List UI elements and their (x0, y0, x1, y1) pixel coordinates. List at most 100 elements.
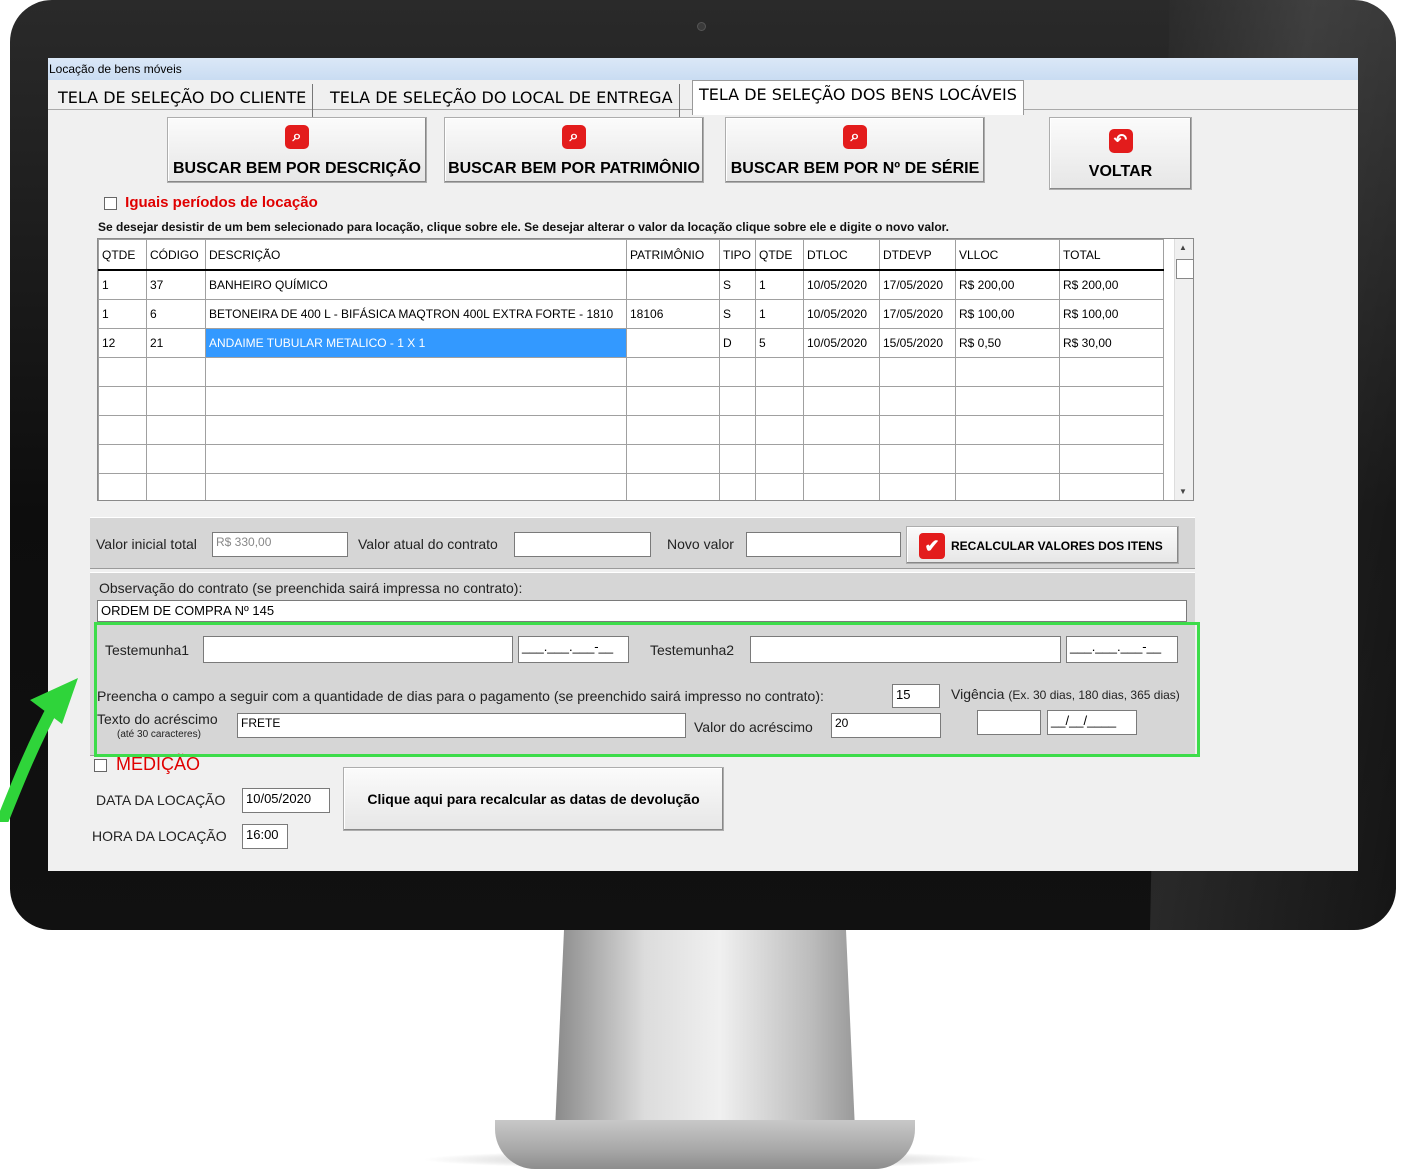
cell-descricao[interactable] (205, 386, 627, 416)
cell-total[interactable]: R$ 30,00 (1059, 328, 1164, 358)
col-qtde[interactable]: QTDE (98, 239, 147, 271)
cell-descricao[interactable]: BANHEIRO QUÍMICO (205, 269, 627, 300)
cell-descricao[interactable]: ANDAIME TUBULAR METALICO - 1 X 1 (205, 328, 627, 358)
col-vlloc[interactable]: VLLOC (955, 239, 1060, 271)
cell-total[interactable]: R$ 200,00 (1059, 269, 1164, 300)
table-row[interactable]: 1 37 BANHEIRO QUÍMICO S 1 10/05/2020 17/05/202… (98, 269, 1164, 300)
cell-tipo[interactable]: S (719, 269, 756, 300)
cell-vlloc[interactable] (955, 415, 1060, 445)
tab-local-entrega[interactable]: TELA DE SELEÇÃO DO LOCAL DE ENTREGA (324, 84, 680, 118)
cell-qtde[interactable] (98, 357, 147, 387)
cell-patrimonio[interactable] (626, 473, 720, 500)
cell-patrimonio[interactable] (626, 415, 720, 445)
cell-descricao[interactable] (205, 415, 627, 445)
cell-tipo[interactable] (719, 473, 756, 500)
cell-codigo[interactable] (146, 444, 206, 474)
cell-total[interactable] (1059, 415, 1164, 445)
cell-qtde[interactable]: 1 (98, 299, 147, 329)
cell-patrimonio[interactable] (626, 269, 720, 300)
buscar-patrimonio-button[interactable]: ⌕ BUSCAR BEM POR PATRIMÔNIO (444, 117, 704, 183)
col-dtdevp[interactable]: DTDEVP (879, 239, 956, 271)
cell-dtloc[interactable]: 10/05/2020 (803, 299, 880, 329)
novo-valor-field[interactable] (746, 532, 901, 557)
cell-total[interactable] (1059, 473, 1164, 500)
cell-vlloc[interactable]: R$ 200,00 (955, 269, 1060, 300)
cell-dtloc[interactable] (803, 386, 880, 416)
cell-dtdevp[interactable] (879, 415, 956, 445)
recalcular-datas-button[interactable]: Clique aqui para recalcular as datas de … (343, 767, 724, 831)
col-tipo[interactable]: TIPO (719, 239, 756, 271)
cell-qtde[interactable] (98, 386, 147, 416)
cell-qtde2[interactable] (755, 357, 804, 387)
iguais-periodos-checkbox[interactable] (104, 196, 117, 210)
cell-tipo[interactable]: D (719, 328, 756, 358)
cell-qtde[interactable]: 12 (98, 328, 147, 358)
col-descricao[interactable]: DESCRIÇÃO (205, 239, 627, 271)
cell-dtloc[interactable]: 10/05/2020 (803, 328, 880, 358)
cell-codigo[interactable] (146, 357, 206, 387)
table-row[interactable] (98, 357, 1164, 387)
cell-tipo[interactable] (719, 357, 756, 387)
valor-inicial-field[interactable]: R$ 330,00 (212, 532, 348, 557)
cell-qtde2[interactable] (755, 444, 804, 474)
col-dtloc[interactable]: DTLOC (803, 239, 880, 271)
valor-atual-field[interactable] (514, 532, 651, 557)
cell-vlloc[interactable] (955, 444, 1060, 474)
cell-patrimonio[interactable]: 18106 (626, 299, 720, 329)
cell-vlloc[interactable] (955, 357, 1060, 387)
cell-dtloc[interactable] (803, 444, 880, 474)
col-qtde2[interactable]: QTDE (755, 239, 804, 271)
cell-tipo[interactable]: S (719, 299, 756, 329)
cell-qtde2[interactable]: 5 (755, 328, 804, 358)
cell-codigo[interactable] (146, 473, 206, 500)
table-row[interactable] (98, 444, 1164, 474)
cell-qtde[interactable]: 1 (98, 269, 147, 300)
cell-dtdevp[interactable] (879, 473, 956, 500)
buscar-descricao-button[interactable]: ⌕ BUSCAR BEM POR DESCRIÇÃO (167, 117, 427, 183)
scroll-down-icon[interactable]: ▼ (1179, 487, 1187, 496)
grid-scrollbar[interactable]: ▲ ▼ (1174, 239, 1194, 500)
cell-dtdevp[interactable] (879, 386, 956, 416)
cell-qtde2[interactable]: 1 (755, 299, 804, 329)
cell-tipo[interactable] (719, 415, 756, 445)
cell-dtdevp[interactable]: 17/05/2020 (879, 299, 956, 329)
cell-patrimonio[interactable] (626, 386, 720, 416)
cell-dtloc[interactable] (803, 473, 880, 500)
cell-codigo[interactable]: 21 (146, 328, 206, 358)
table-row[interactable]: 12 21 ANDAIME TUBULAR METALICO - 1 X 1 D 5 10… (98, 328, 1164, 358)
cell-dtdevp[interactable] (879, 357, 956, 387)
cell-dtloc[interactable] (803, 357, 880, 387)
cell-total[interactable] (1059, 386, 1164, 416)
cell-dtdevp[interactable]: 17/05/2020 (879, 269, 956, 300)
cell-tipo[interactable] (719, 386, 756, 416)
cell-descricao[interactable] (205, 473, 627, 500)
cell-descricao[interactable] (205, 444, 627, 474)
cell-qtde[interactable] (98, 444, 147, 474)
scroll-up-icon[interactable]: ▲ (1179, 243, 1187, 252)
cell-total[interactable] (1059, 444, 1164, 474)
cell-qtde2[interactable] (755, 473, 804, 500)
cell-descricao[interactable]: BETONEIRA DE 400 L - BIFÁSICA MAQTRON 40… (205, 299, 627, 329)
cell-dtdevp[interactable]: 15/05/2020 (879, 328, 956, 358)
observacao-field[interactable]: ORDEM DE COMPRA Nº 145 (97, 600, 1187, 622)
cell-total[interactable] (1059, 357, 1164, 387)
table-row[interactable] (98, 473, 1164, 500)
cell-vlloc[interactable] (955, 386, 1060, 416)
cell-descricao[interactable] (205, 357, 627, 387)
cell-dtdevp[interactable] (879, 444, 956, 474)
cell-tipo[interactable] (719, 444, 756, 474)
cell-vlloc[interactable] (955, 473, 1060, 500)
tab-bens-locaveis[interactable]: TELA DE SELEÇÃO DOS BENS LOCÁVEIS (692, 80, 1024, 115)
cell-qtde2[interactable] (755, 415, 804, 445)
table-row[interactable]: 1 6 BETONEIRA DE 400 L - BIFÁSICA MAQTRON … (98, 299, 1164, 329)
col-total[interactable]: TOTAL (1059, 239, 1164, 271)
data-locacao-field[interactable]: 10/05/2020 (242, 788, 330, 813)
cell-dtloc[interactable]: 10/05/2020 (803, 269, 880, 300)
cell-codigo[interactable]: 6 (146, 299, 206, 329)
medicao-checkbox[interactable] (94, 758, 107, 772)
buscar-serie-button[interactable]: ⌕ BUSCAR BEM POR Nº DE SÉRIE (725, 117, 985, 183)
tab-cliente[interactable]: TELA DE SELEÇÃO DO CLIENTE (52, 84, 314, 118)
cell-total[interactable]: R$ 100,00 (1059, 299, 1164, 329)
cell-codigo[interactable] (146, 386, 206, 416)
hora-locacao-field[interactable]: 16:00 (242, 824, 288, 849)
